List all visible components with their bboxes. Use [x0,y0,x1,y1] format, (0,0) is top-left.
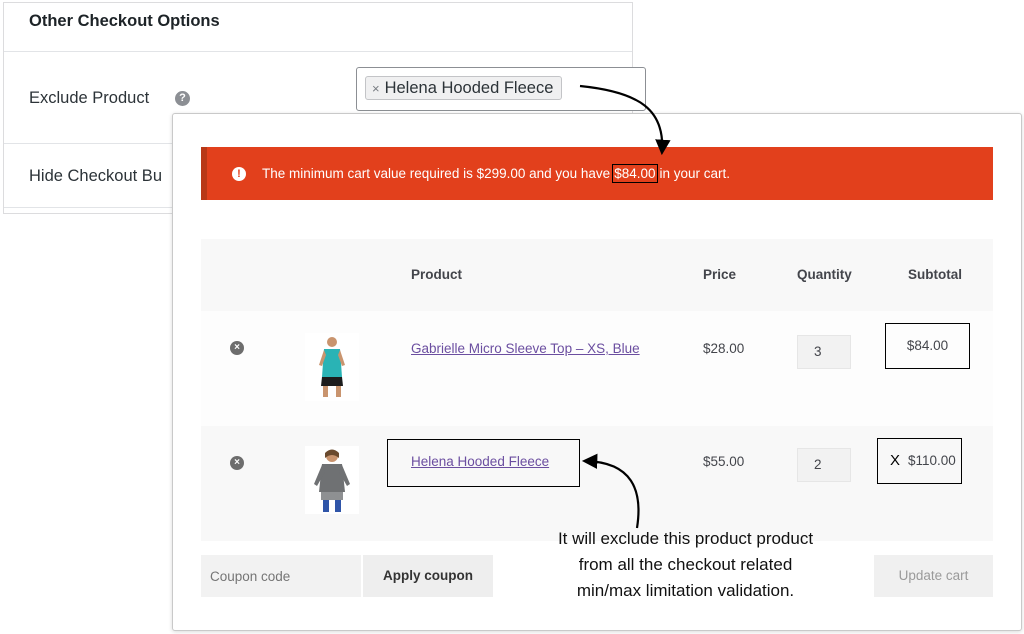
selected-product-chip: × Helena Hooded Fleece [365,76,563,100]
remove-item-icon[interactable]: × [230,341,244,355]
help-icon[interactable]: ? [175,91,190,106]
grey-hoodie-image [314,449,350,512]
teal-top-image [319,337,345,397]
notice-text-before: The minimum cart value required is $299.… [262,166,611,181]
column-header-subtotal: Subtotal [908,267,962,282]
product-thumbnail[interactable] [305,446,359,514]
coupon-code-input[interactable] [201,555,361,597]
table-header-row: Product Price Quantity Subtotal [201,239,993,311]
cart-window: ! The minimum cart value required is $29… [172,113,1022,631]
annotation-text: It will exclude this product product fro… [503,526,868,604]
product-link[interactable]: Helena Hooded Fleece [411,454,549,469]
notice-message: The minimum cart value required is $299.… [262,164,730,183]
minimum-cart-error-notice: ! The minimum cart value required is $29… [201,147,993,200]
column-header-quantity: Quantity [797,267,852,282]
annotation-line: from all the checkout related [578,555,793,574]
item-subtotal-highlight: $84.00 [885,323,970,369]
exclude-product-select[interactable]: × Helena Hooded Fleece [356,67,646,111]
notice-cart-value: $84.00 [612,164,658,183]
hide-checkout-button-label: Hide Checkout Bu [29,167,162,185]
table-row: × Helena Hooded Fleece $55.00 2 X $110.0… [201,426,993,541]
settings-title: Other Checkout Options [29,12,220,30]
quantity-input[interactable]: 3 [797,335,851,369]
annotation-line: It will exclude this product product [557,529,814,548]
item-subtotal: $110.00 [908,453,956,468]
remove-item-icon[interactable]: × [230,456,244,470]
column-header-price: Price [703,267,737,282]
settings-header: Other Checkout Options [4,3,632,52]
item-subtotal-highlight: X $110.00 [877,438,962,484]
item-price: $28.00 [703,341,745,356]
update-cart-button[interactable]: Update cart [874,555,993,597]
excluded-mark: X [890,452,901,469]
product-thumbnail[interactable] [305,333,359,401]
notice-text-after: in your cart. [659,166,731,181]
column-header-product: Product [411,267,463,282]
selected-product-label: Helena Hooded Fleece [384,78,554,97]
table-row: × Gabrielle Micro Sleeve Top – XS, Blue … [201,311,993,426]
product-link[interactable]: Gabrielle Micro Sleeve Top – XS, Blue [411,341,640,356]
item-subtotal: $84.00 [906,338,949,353]
remove-chip-icon[interactable]: × [372,82,380,95]
annotation-line: min/max limitation validation. [576,581,795,600]
alert-icon: ! [232,166,246,181]
item-price: $55.00 [703,454,745,469]
apply-coupon-button[interactable]: Apply coupon [363,555,493,597]
quantity-input[interactable]: 2 [797,448,851,482]
exclude-product-label: Exclude Product [29,89,150,107]
cart-table: Product Price Quantity Subtotal × Gabrie… [201,239,993,542]
